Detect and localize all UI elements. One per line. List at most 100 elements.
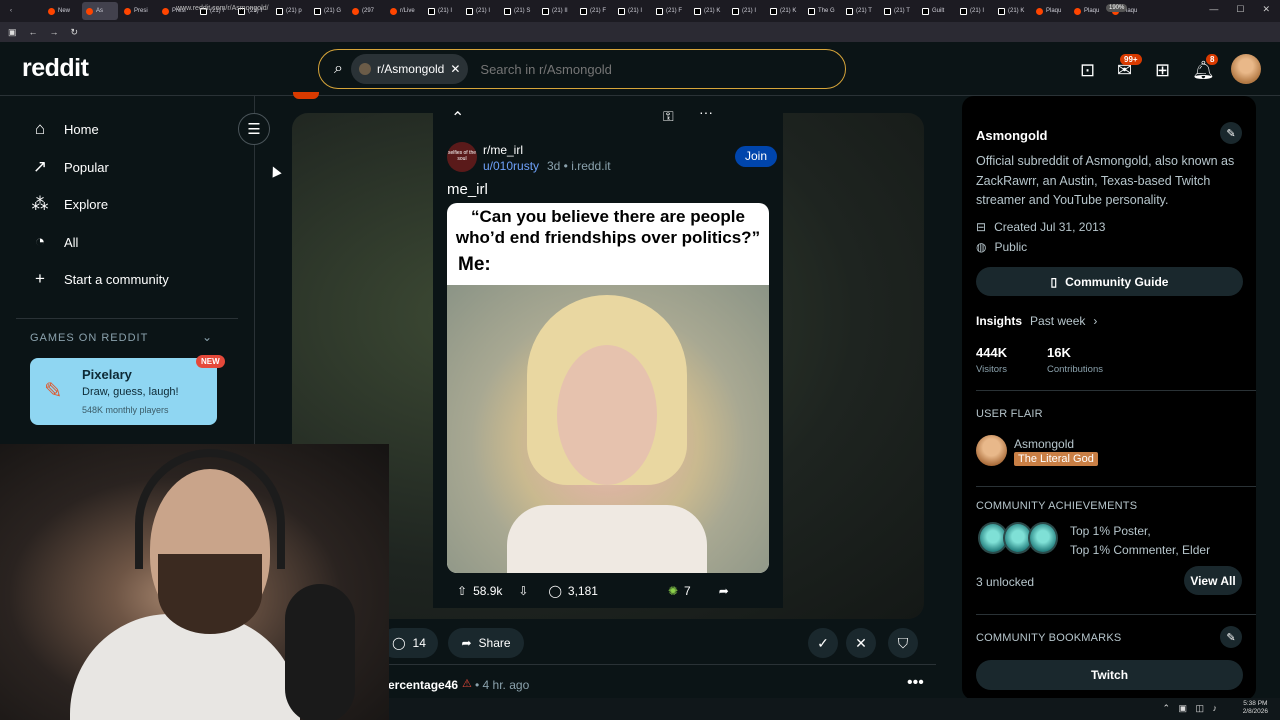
browser-tab-label: (21) K <box>780 8 797 14</box>
community-description: Official subreddit of Asmongold, also kn… <box>976 154 1235 207</box>
remove-button[interactable]: ✕ <box>846 628 876 658</box>
upvote-count: 58.9k <box>473 584 503 598</box>
browser-tab[interactable]: New <box>44 2 80 20</box>
approve-button[interactable]: ✓ <box>808 628 838 658</box>
join-button[interactable]: Join <box>735 146 777 167</box>
pixelary-card[interactable]: ✎ Pixelary Draw, guess, laugh! 548K mont… <box>30 358 217 425</box>
nav-start-community[interactable]: + Start a community <box>30 269 169 289</box>
photo-collar <box>507 505 707 573</box>
browser-tab[interactable]: Plaqu <box>1070 2 1106 20</box>
browser-tab[interactable]: (21) I <box>956 2 992 20</box>
address-bar: ▣ ← → ↻ <box>0 22 1280 42</box>
browser-tab[interactable]: Plaqu <box>1032 2 1068 20</box>
browser-tab-label: (21) II <box>552 8 568 14</box>
sidebar-divider <box>976 390 1256 391</box>
view-all-button[interactable]: View All <box>1184 566 1242 595</box>
browser-tab-label: The G <box>818 8 835 14</box>
game-players: 548K monthly players <box>82 405 169 415</box>
reddit-logo[interactable]: reddit <box>22 54 89 83</box>
game-title: Pixelary <box>82 367 132 382</box>
nav-all[interactable]: ◔ All <box>30 232 79 252</box>
more-options-icon[interactable]: ••• <box>907 674 924 692</box>
comments-count: 14 <box>412 636 426 650</box>
browser-tab[interactable]: (21) I <box>424 2 460 20</box>
flair-tag[interactable]: The Literal God <box>1014 452 1098 466</box>
browser-tab[interactable]: ‹ <box>6 2 42 20</box>
close-icon[interactable]: ✕ <box>1262 4 1270 15</box>
browser-tab[interactable]: Guilt <box>918 2 954 20</box>
next-post-time: • 4 hr. ago <box>475 678 530 692</box>
search-scope-chip[interactable]: r/Asmongold ✕ <box>350 54 469 84</box>
subreddit-name[interactable]: r/me_irl <box>483 143 523 157</box>
x-favicon-icon <box>732 7 739 15</box>
collapse-sidebar-button[interactable]: ☰ <box>238 113 270 145</box>
browser-tab[interactable]: (21) T <box>842 2 878 20</box>
minimize-icon[interactable]: — <box>1209 4 1218 15</box>
browser-tab-label: Presi <box>134 8 148 14</box>
edit-community-button[interactable]: ✎ <box>1220 122 1242 144</box>
comment-icon: ◯ <box>392 636 406 650</box>
browser-tab[interactable]: As <box>82 2 118 20</box>
browser-tab-label: (21) F <box>590 8 607 14</box>
chip-close-icon[interactable]: ✕ <box>450 62 460 76</box>
mod-shield-button[interactable]: ⛉ <box>888 628 918 658</box>
browser-tab[interactable]: (21) K <box>994 2 1030 20</box>
insights-row[interactable]: Insights Past week › <box>976 314 1097 328</box>
share-button[interactable]: ➦ Share <box>448 628 524 658</box>
close-icon: ✕ <box>855 634 867 651</box>
reload-icon[interactable]: ↻ <box>71 27 79 38</box>
games-heading[interactable]: GAMES ON REDDIT <box>30 332 148 344</box>
browser-tab[interactable]: The G <box>804 2 840 20</box>
url-field[interactable]: www.reddit.com/r/Asmongold/ <box>176 5 269 12</box>
browser-tab[interactable]: (21) I <box>462 2 498 20</box>
meme-caption: “Can you believe there are people who’d … <box>455 207 761 247</box>
browser-tab[interactable]: (21) II <box>538 2 574 20</box>
achievement-badge-icon[interactable] <box>1028 522 1058 554</box>
browser-tab[interactable]: (21) S <box>500 2 536 20</box>
browser-tab[interactable]: (21) I <box>614 2 650 20</box>
nav-popular[interactable]: ↗ Popular <box>30 157 109 177</box>
browser-tab[interactable]: (21) F <box>576 2 612 20</box>
community-guide-button[interactable]: ▯ Community Guide <box>976 267 1243 296</box>
browser-tab[interactable]: (21) K <box>766 2 802 20</box>
zoom-level[interactable]: 190% <box>1106 4 1128 12</box>
visibility-row: ◍ Public <box>976 240 1027 254</box>
system-tray[interactable]: ⌃ ▣ ◫ ♪ <box>1162 703 1220 714</box>
sidebar-toggle-icon[interactable]: ▣ <box>8 27 17 38</box>
nav-home[interactable]: ⌂ Home <box>30 119 99 139</box>
next-post-author[interactable]: ercentage46 <box>388 678 458 692</box>
twitch-bookmark-button[interactable]: Twitch <box>976 660 1243 690</box>
key-icon: ⚿ <box>663 108 674 124</box>
system-clock[interactable]: 5:38 PM 2/8/2026 <box>1243 700 1268 716</box>
flair-avatar <box>976 435 1007 466</box>
browser-tab[interactable]: (21) K <box>690 2 726 20</box>
community-guide-label: Community Guide <box>1065 274 1169 289</box>
back-icon[interactable]: ← <box>29 27 38 37</box>
maximize-icon[interactable]: ☐ <box>1236 4 1244 15</box>
user-avatar[interactable] <box>1231 54 1261 84</box>
browser-tab[interactable]: r/Live <box>386 2 422 20</box>
browser-tab[interactable]: (21) T <box>880 2 916 20</box>
browser-tab[interactable]: (21) G <box>310 2 346 20</box>
nav-explore[interactable]: ⁂ Explore <box>30 194 109 214</box>
chevron-down-icon[interactable]: ⌄ <box>202 330 212 344</box>
search-bar[interactable]: ⌕ r/Asmongold ✕ <box>318 49 846 89</box>
reddit-favicon-icon <box>352 7 359 15</box>
x-favicon-icon <box>960 7 967 15</box>
browser-tab[interactable]: (297 <box>348 2 384 20</box>
search-input[interactable] <box>480 61 781 77</box>
post-author[interactable]: u/010rusty <box>483 159 539 173</box>
forward-icon[interactable]: → <box>50 27 59 37</box>
create-post-icon[interactable]: ⊞ <box>1155 60 1170 81</box>
subreddit-icon: selfies of the soul <box>447 142 477 172</box>
browser-tab[interactable]: (21) F <box>652 2 688 20</box>
browser-tab-label: (21) G <box>324 8 342 14</box>
x-favicon-icon <box>580 7 587 15</box>
edit-bookmarks-button[interactable]: ✎ <box>1220 626 1242 648</box>
browser-tab[interactable]: (21) p <box>272 2 308 20</box>
browser-tab[interactable]: (21) I <box>728 2 764 20</box>
meme-photo <box>447 285 769 573</box>
advertise-icon[interactable]: ⊡ <box>1080 60 1095 81</box>
browser-tab[interactable]: Presi <box>120 2 156 20</box>
sidebar-divider <box>976 614 1256 615</box>
